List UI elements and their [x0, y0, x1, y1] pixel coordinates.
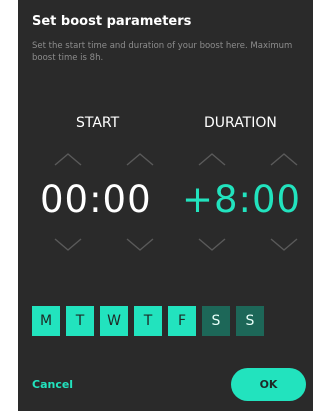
start-minutes-up-icon[interactable]: [126, 152, 154, 166]
duration-minutes-up-icon[interactable]: [270, 152, 298, 166]
day-toggle[interactable]: S: [236, 306, 264, 336]
day-toggle[interactable]: T: [134, 306, 162, 336]
start-minutes-down-icon[interactable]: [126, 238, 154, 252]
duration-value[interactable]: +8:00: [182, 178, 301, 222]
day-toggle[interactable]: M: [32, 306, 60, 336]
duration-hours-up-icon[interactable]: [198, 152, 226, 166]
duration-minutes-down-icon[interactable]: [270, 238, 298, 252]
ok-button[interactable]: OK: [231, 368, 306, 401]
cancel-button[interactable]: Cancel: [32, 378, 73, 391]
day-toggle[interactable]: W: [100, 306, 128, 336]
start-hours-down-icon[interactable]: [54, 238, 82, 252]
dialog-description: Set the start time and duration of your …: [32, 41, 293, 63]
day-toggle[interactable]: F: [168, 306, 196, 336]
start-label: START: [76, 115, 120, 131]
weekday-selector: M T W T F S S: [32, 306, 264, 336]
duration-label: DURATION: [204, 115, 277, 131]
start-time-value[interactable]: 00:00: [40, 178, 152, 222]
duration-hours-down-icon[interactable]: [198, 238, 226, 252]
start-hours-up-icon[interactable]: [54, 152, 82, 166]
day-toggle[interactable]: S: [202, 306, 230, 336]
day-toggle[interactable]: T: [66, 306, 94, 336]
dialog-title: Set boost parameters: [32, 14, 192, 29]
boost-dialog: Set boost parameters Set the start time …: [18, 0, 313, 411]
